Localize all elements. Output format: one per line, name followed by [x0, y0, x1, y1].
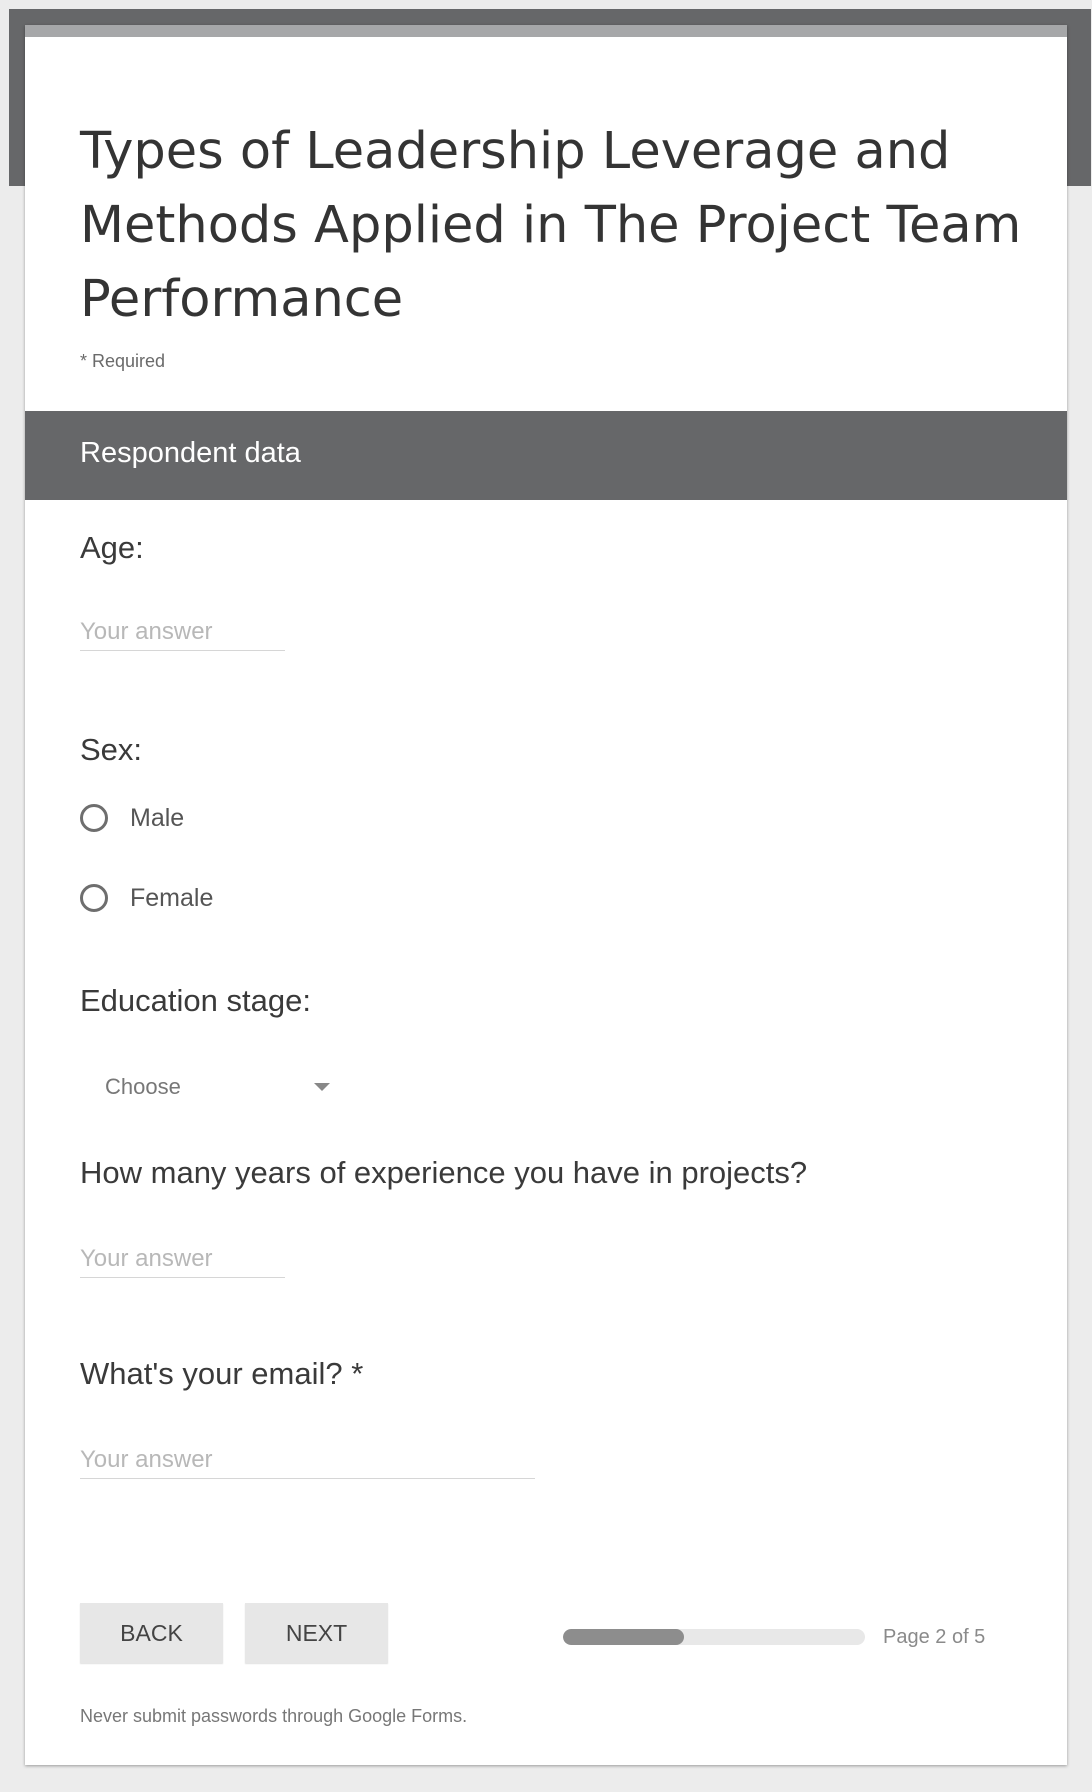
progress-bar — [563, 1629, 865, 1645]
question-email-label: What's your email? * — [80, 1356, 364, 1391]
section-title: Respondent data — [80, 437, 301, 469]
card-accent-bar — [25, 25, 1067, 37]
radio-unchecked-icon[interactable] — [80, 884, 108, 912]
email-input[interactable] — [80, 1442, 535, 1479]
question-age-label: Age: — [80, 530, 144, 565]
page-indicator: Page 2 of 5 — [883, 1626, 986, 1648]
section-header: Respondent data — [25, 411, 1067, 500]
dropdown-selected-value: Choose — [105, 1074, 181, 1099]
question-experience-label: How many years of experience you have in… — [80, 1155, 808, 1190]
form-page: Types of Leadership Leverage and Methods… — [0, 0, 1092, 1792]
question-sex-label: Sex: — [80, 732, 143, 767]
required-note: * Required — [80, 351, 166, 371]
question-education-label: Education stage: — [80, 983, 311, 1018]
radio-label-female: Female — [130, 883, 214, 912]
footer-note: Never submit passwords through Google Fo… — [80, 1706, 468, 1726]
next-button[interactable]: NEXT — [245, 1603, 388, 1663]
form-card: Types of Leadership Leverage and Methods… — [25, 25, 1067, 1765]
radio-label-male: Male — [130, 803, 185, 832]
back-button[interactable]: BACK — [80, 1603, 223, 1663]
progress-bar-fill — [563, 1629, 684, 1645]
age-input[interactable] — [80, 614, 285, 651]
radio-option-female[interactable]: Female — [80, 880, 213, 916]
radio-unchecked-icon[interactable] — [80, 804, 108, 832]
chevron-down-icon — [314, 1083, 330, 1091]
radio-option-male[interactable]: Male — [80, 800, 184, 836]
experience-input[interactable] — [80, 1241, 285, 1278]
education-dropdown[interactable]: Choose — [105, 1065, 330, 1109]
form-title: Types of Leadership Leverage and Methods… — [80, 122, 1022, 329]
